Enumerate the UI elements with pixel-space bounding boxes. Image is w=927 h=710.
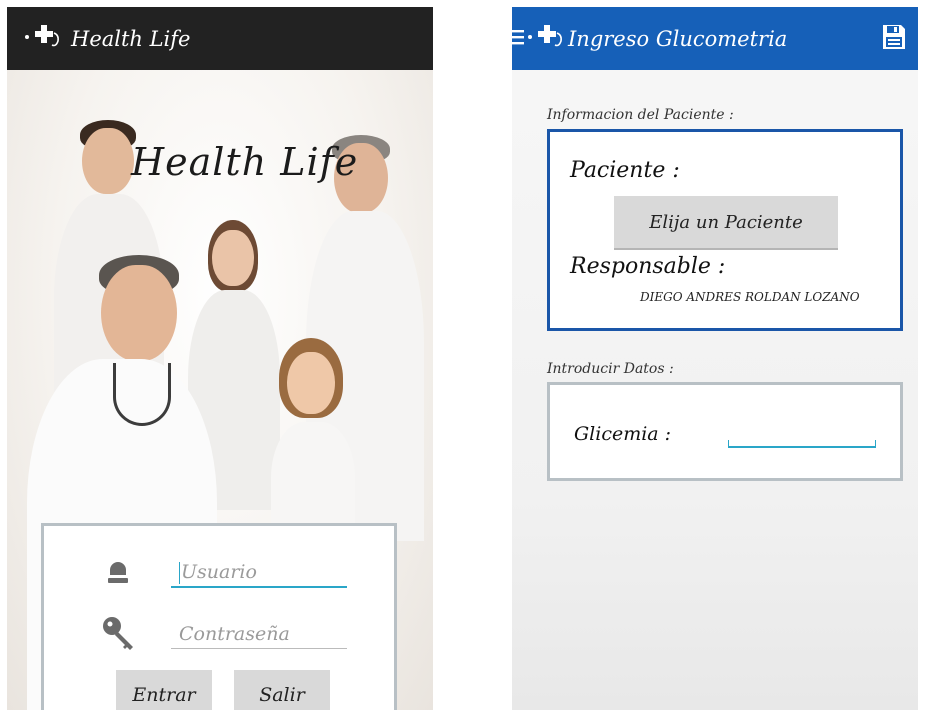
enter-button[interactable]: Entrar	[116, 670, 212, 710]
login-card: Usuario Contraseña Entrar Salir	[41, 523, 397, 710]
username-row: Usuario	[44, 554, 394, 594]
responsible-name: DIEGO ANDRES ROLDAN LOZANO	[640, 290, 860, 304]
login-appbar: Health Life	[7, 7, 433, 70]
login-screen: Health Life Health Life Usuario Contrase…	[7, 7, 433, 710]
data-card: Glicemia :	[547, 382, 903, 481]
username-placeholder: Usuario	[181, 561, 257, 583]
hero-title: Health Life	[131, 140, 359, 184]
floppy-save-icon[interactable]	[882, 24, 906, 54]
glucometry-appbar: Ingreso Glucometria	[512, 7, 918, 70]
patient-label: Paciente :	[570, 158, 680, 183]
password-row: Contraseña	[44, 616, 394, 656]
screen-title: Ingreso Glucometria	[568, 26, 788, 51]
medical-cross-icon	[23, 23, 63, 55]
team-photo: Health Life Usuario Contraseña Entrar Sa…	[7, 70, 433, 710]
enter-data-label: Introducir Datos :	[547, 361, 674, 377]
patient-card: Paciente : Elija un Paciente Responsable…	[547, 129, 903, 331]
user-icon	[106, 558, 130, 588]
glucometry-screen: Ingreso Glucometria Informacion del Paci…	[512, 7, 918, 710]
medical-cross-icon	[526, 23, 566, 55]
app-title: Health Life	[71, 26, 191, 51]
key-icon	[102, 616, 138, 656]
password-input[interactable]: Contraseña	[171, 620, 347, 649]
username-input[interactable]: Usuario	[171, 558, 347, 588]
patient-info-label: Informacion del Paciente :	[547, 107, 734, 123]
responsible-label: Responsable :	[570, 254, 726, 279]
password-placeholder: Contraseña	[179, 623, 290, 645]
glycemia-input[interactable]	[728, 440, 876, 448]
glycemia-label: Glicemia :	[574, 423, 672, 445]
hamburger-menu-icon[interactable]	[512, 27, 526, 51]
choose-patient-button[interactable]: Elija un Paciente	[614, 196, 838, 250]
exit-button[interactable]: Salir	[234, 670, 330, 710]
